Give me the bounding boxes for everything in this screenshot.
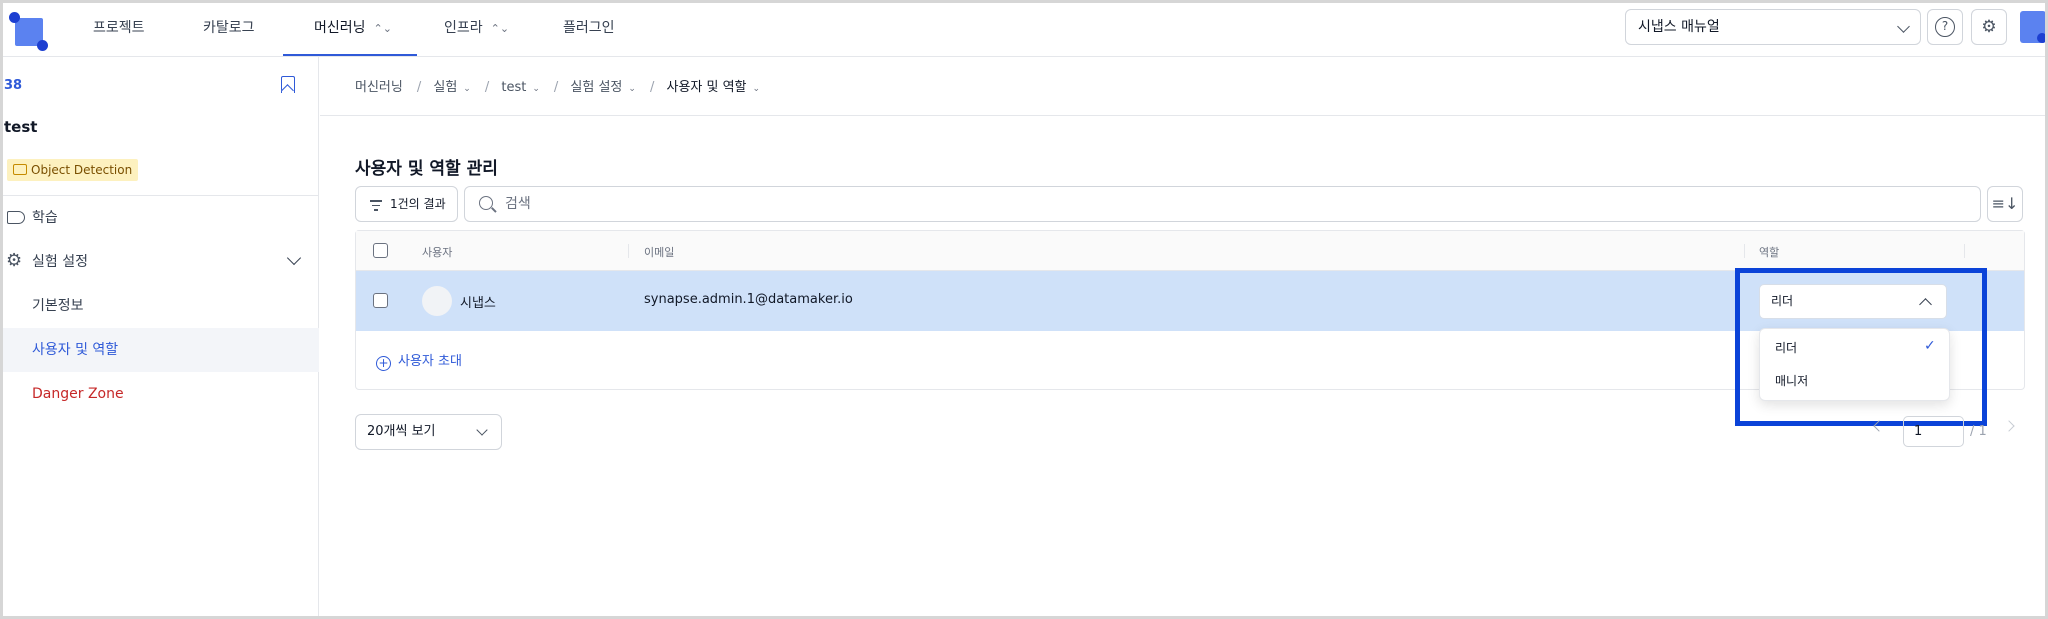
sidebar-item-label: 사용자 및 역할 xyxy=(32,342,119,358)
search-icon xyxy=(479,196,493,210)
column-divider xyxy=(1744,244,1745,258)
sidebar-item-users-roles[interactable]: 사용자 및 역할 xyxy=(3,328,319,372)
sidebar-item-label: Danger Zone xyxy=(32,386,124,402)
filter-button[interactable]: 1건의 결과 xyxy=(355,186,458,222)
page-total: / 1 xyxy=(1970,424,1987,439)
chevron-down-icon[interactable]: ⌄ xyxy=(628,84,636,94)
top-navigation: 프로젝트 카탈로그 머신러닝 ⌃⌄ 인프라 ⌃⌄ 플러그인 시냅스 매뉴얼 ? ⚙ xyxy=(3,3,2045,57)
sidebar-item-label: 기본정보 xyxy=(32,298,84,314)
breadcrumb: 머신러닝 / 실험 ⌄ / test ⌄ / 실험 설정 ⌄ / 사용자 및 역할 ⌄ xyxy=(355,76,766,95)
bookmark-icon[interactable] xyxy=(281,76,295,93)
user-email: synapse.admin.1@datamaker.io xyxy=(644,292,853,307)
workspace-select[interactable]: 시냅스 매뉴얼 xyxy=(1625,9,1921,45)
sidebar-item-danger-zone[interactable]: Danger Zone xyxy=(3,372,319,416)
invite-user-button[interactable]: + 사용자 초대 xyxy=(376,350,462,371)
result-count: 1건의 결과 xyxy=(390,197,446,211)
app-logo[interactable] xyxy=(9,12,48,51)
nav-item-label: 인프라 xyxy=(444,20,483,36)
nav-item-machine-learning[interactable]: 머신러닝 ⌃⌄ xyxy=(283,3,417,56)
chevron-down-icon xyxy=(286,250,302,266)
user-name: 시냅스 xyxy=(460,296,496,311)
sort-icon: ≡↓ xyxy=(1991,194,2019,213)
breadcrumb-separator: / xyxy=(553,80,559,95)
column-header-role[interactable]: 역할 xyxy=(1759,244,1779,260)
row-checkbox[interactable] xyxy=(373,293,388,308)
column-divider xyxy=(1964,244,1965,258)
sidebar-item-basic-info[interactable]: 기본정보 xyxy=(3,284,319,328)
filter-icon xyxy=(370,200,382,214)
nav-item-label: 머신러닝 xyxy=(314,20,366,36)
table-header: 사용자 이메일 역할 xyxy=(356,231,2024,271)
task-type-badge: Object Detection xyxy=(7,159,139,181)
avatar xyxy=(422,286,452,316)
chevron-down-icon xyxy=(1897,20,1910,33)
plus-circle-icon: + xyxy=(376,356,391,371)
column-header-user[interactable]: 사용자 xyxy=(422,244,452,260)
nav-item-plugins[interactable]: 플러그인 xyxy=(563,3,615,56)
experiment-title: test xyxy=(4,118,38,136)
task-type-label: Object Detection xyxy=(31,163,133,177)
sidebar: 38 test Object Detection 학습 ⚙ 실험 설정 기본정보… xyxy=(3,57,319,616)
sidebar-item-training[interactable]: 학습 xyxy=(3,196,319,240)
breadcrumb-item[interactable]: 머신러닝 xyxy=(355,80,403,95)
breadcrumb-separator: / xyxy=(649,80,655,95)
chevron-updown-icon: ⌃⌄ xyxy=(373,22,392,35)
search-input[interactable] xyxy=(505,187,1965,221)
sidebar-item-label: 학습 xyxy=(32,210,58,226)
breadcrumb-item[interactable]: 실험 xyxy=(433,80,457,95)
nav-item-label: 프로젝트 xyxy=(93,20,145,36)
chevron-down-icon xyxy=(476,424,488,436)
breadcrumb-separator: / xyxy=(416,80,422,95)
breadcrumb-item[interactable]: 실험 설정 xyxy=(570,80,622,95)
gear-icon: ⚙ xyxy=(6,250,23,271)
help-icon: ? xyxy=(1935,17,1955,37)
chevron-updown-icon: ⌃⌄ xyxy=(490,22,510,35)
nav-item-projects[interactable]: 프로젝트 xyxy=(93,3,145,56)
chevron-down-icon[interactable]: ⌄ xyxy=(532,84,540,94)
breadcrumb-separator: / xyxy=(484,80,490,95)
page-size-select[interactable]: 20개씩 보기 xyxy=(355,414,502,450)
search-box xyxy=(464,186,1981,222)
sidebar-item-label: 실험 설정 xyxy=(32,254,88,270)
column-header-email[interactable]: 이메일 xyxy=(644,244,674,260)
nav-item-infra[interactable]: 인프라 ⌃⌄ xyxy=(444,3,509,56)
image-icon xyxy=(13,164,27,175)
user-avatar[interactable] xyxy=(2017,9,2045,45)
tag-icon xyxy=(7,211,25,224)
experiment-id: 38 xyxy=(4,78,23,93)
select-all-checkbox[interactable] xyxy=(373,243,388,258)
header-divider xyxy=(320,115,2045,116)
page-number-input[interactable]: 1 xyxy=(1903,416,1964,447)
nav-item-catalog[interactable]: 카탈로그 xyxy=(203,3,255,56)
workspace-name: 시냅스 매뉴얼 xyxy=(1638,19,1720,35)
chevron-down-icon[interactable]: ⌄ xyxy=(463,84,471,94)
page-size-label: 20개씩 보기 xyxy=(367,424,436,439)
invite-user-label: 사용자 초대 xyxy=(398,354,462,369)
column-divider xyxy=(628,244,629,258)
breadcrumb-current[interactable]: 사용자 및 역할 xyxy=(666,80,746,95)
gear-icon: ⚙ xyxy=(1981,17,1997,37)
sort-button[interactable]: ≡↓ xyxy=(1987,186,2023,222)
breadcrumb-item[interactable]: test xyxy=(501,80,526,95)
settings-button[interactable]: ⚙ xyxy=(1971,9,2007,45)
highlight-box xyxy=(1735,268,1987,426)
nav-item-label: 카탈로그 xyxy=(203,20,255,36)
help-button[interactable]: ? xyxy=(1927,9,1963,45)
chevron-down-icon[interactable]: ⌄ xyxy=(753,84,761,94)
sidebar-item-experiment-settings[interactable]: ⚙ 실험 설정 xyxy=(3,240,319,284)
nav-item-label: 플러그인 xyxy=(563,20,615,36)
page-title: 사용자 및 역할 관리 xyxy=(355,159,498,179)
